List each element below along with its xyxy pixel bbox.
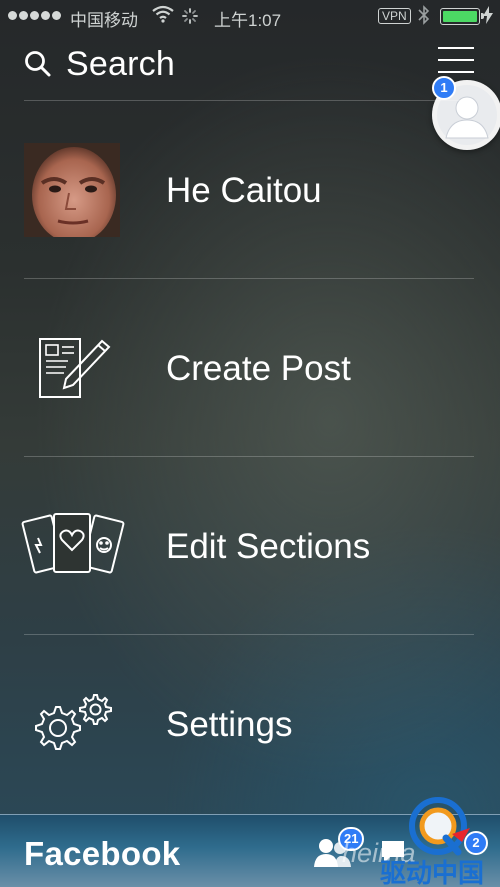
signal-strength-icon bbox=[8, 11, 61, 20]
activity-spinner-icon bbox=[182, 8, 198, 29]
battery-icon bbox=[440, 8, 484, 25]
watermark-logo: 驱动中国 bbox=[380, 797, 484, 887]
gears-icon bbox=[35, 694, 112, 750]
menu-item-label: He Caitou bbox=[166, 171, 322, 210]
clock: 上午1:07 bbox=[214, 11, 282, 30]
charging-icon bbox=[483, 6, 493, 29]
compose-icon bbox=[39, 338, 111, 398]
menu-item-label: Edit Sections bbox=[166, 527, 371, 566]
search-icon bbox=[25, 51, 51, 77]
vpn-indicator: VPN bbox=[378, 8, 411, 24]
search-button[interactable]: Search bbox=[24, 44, 175, 84]
search-label: Search bbox=[66, 44, 175, 83]
bluetooth-icon bbox=[418, 5, 430, 30]
menu-item-label: Settings bbox=[166, 705, 293, 744]
user-avatar bbox=[24, 143, 120, 237]
notification-badge: 1 bbox=[432, 76, 456, 100]
cards-icon bbox=[21, 513, 125, 574]
menu-item-label: Create Post bbox=[166, 349, 351, 388]
menu-item-create-post[interactable]: Create Post bbox=[0, 279, 500, 457]
hamburger-menu-icon[interactable] bbox=[438, 47, 474, 73]
wifi-icon bbox=[152, 5, 174, 28]
menu-item-settings[interactable]: Settings bbox=[0, 635, 500, 813]
menu-item-edit-sections[interactable]: Edit Sections bbox=[0, 457, 500, 635]
facebook-brand: Facebook bbox=[24, 835, 181, 872]
watermark-logo-text: 驱动中国 bbox=[380, 859, 484, 887]
status-bar: 中国移动 上午1:07 VPN bbox=[0, 0, 500, 32]
menu-item-profile[interactable]: He Caitou bbox=[0, 101, 500, 279]
carrier-name: 中国移动 bbox=[70, 11, 138, 30]
